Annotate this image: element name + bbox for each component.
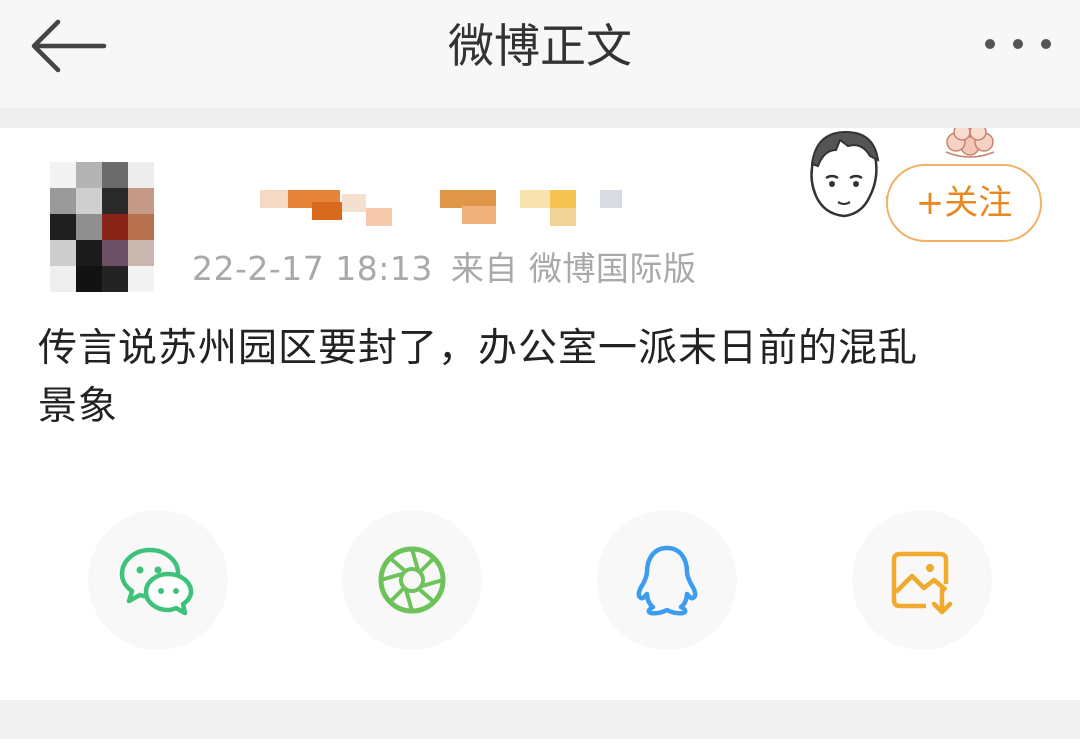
bottom-divider <box>0 700 1080 739</box>
wechat-moments-icon <box>378 546 446 614</box>
more-options-button[interactable] <box>978 18 1058 70</box>
share-row <box>0 510 1080 650</box>
page-title: 微博正文 <box>448 19 632 73</box>
arrow-left-icon <box>31 19 107 73</box>
follow-button[interactable]: +关注 <box>886 164 1042 242</box>
share-wechat-button[interactable] <box>88 510 228 650</box>
username-redacted[interactable] <box>230 186 630 226</box>
post-card: 22-2-17 18:13 来自 微博国际版 +关注 传言说苏州园区要封了，办公室… <box>0 128 1080 700</box>
post-text: 传言说苏州园区要封了，办公室一派末日前的混乱 景象 <box>38 320 1048 436</box>
header-divider <box>0 108 1080 128</box>
wechat-icon <box>119 547 194 616</box>
avatar[interactable] <box>50 162 154 296</box>
share-save-image-button[interactable] <box>852 510 992 650</box>
post-text-line: 传言说苏州园区要封了，办公室一派末日前的混乱 <box>38 326 919 371</box>
save-image-icon <box>891 551 953 615</box>
back-button[interactable] <box>24 14 108 78</box>
post-meta: 22-2-17 18:13 来自 微博国际版 <box>192 242 696 290</box>
more-dots-icon <box>985 39 1051 49</box>
share-moments-button[interactable] <box>342 510 482 650</box>
post-text-line: 景象 <box>38 384 119 429</box>
post-source: 来自 微博国际版 <box>450 249 697 288</box>
post-timestamp: 22-2-17 18:13 <box>192 249 433 288</box>
qq-icon <box>636 545 698 616</box>
top-nav-bar: 微博正文 <box>0 0 1080 108</box>
share-qq-button[interactable] <box>597 510 737 650</box>
